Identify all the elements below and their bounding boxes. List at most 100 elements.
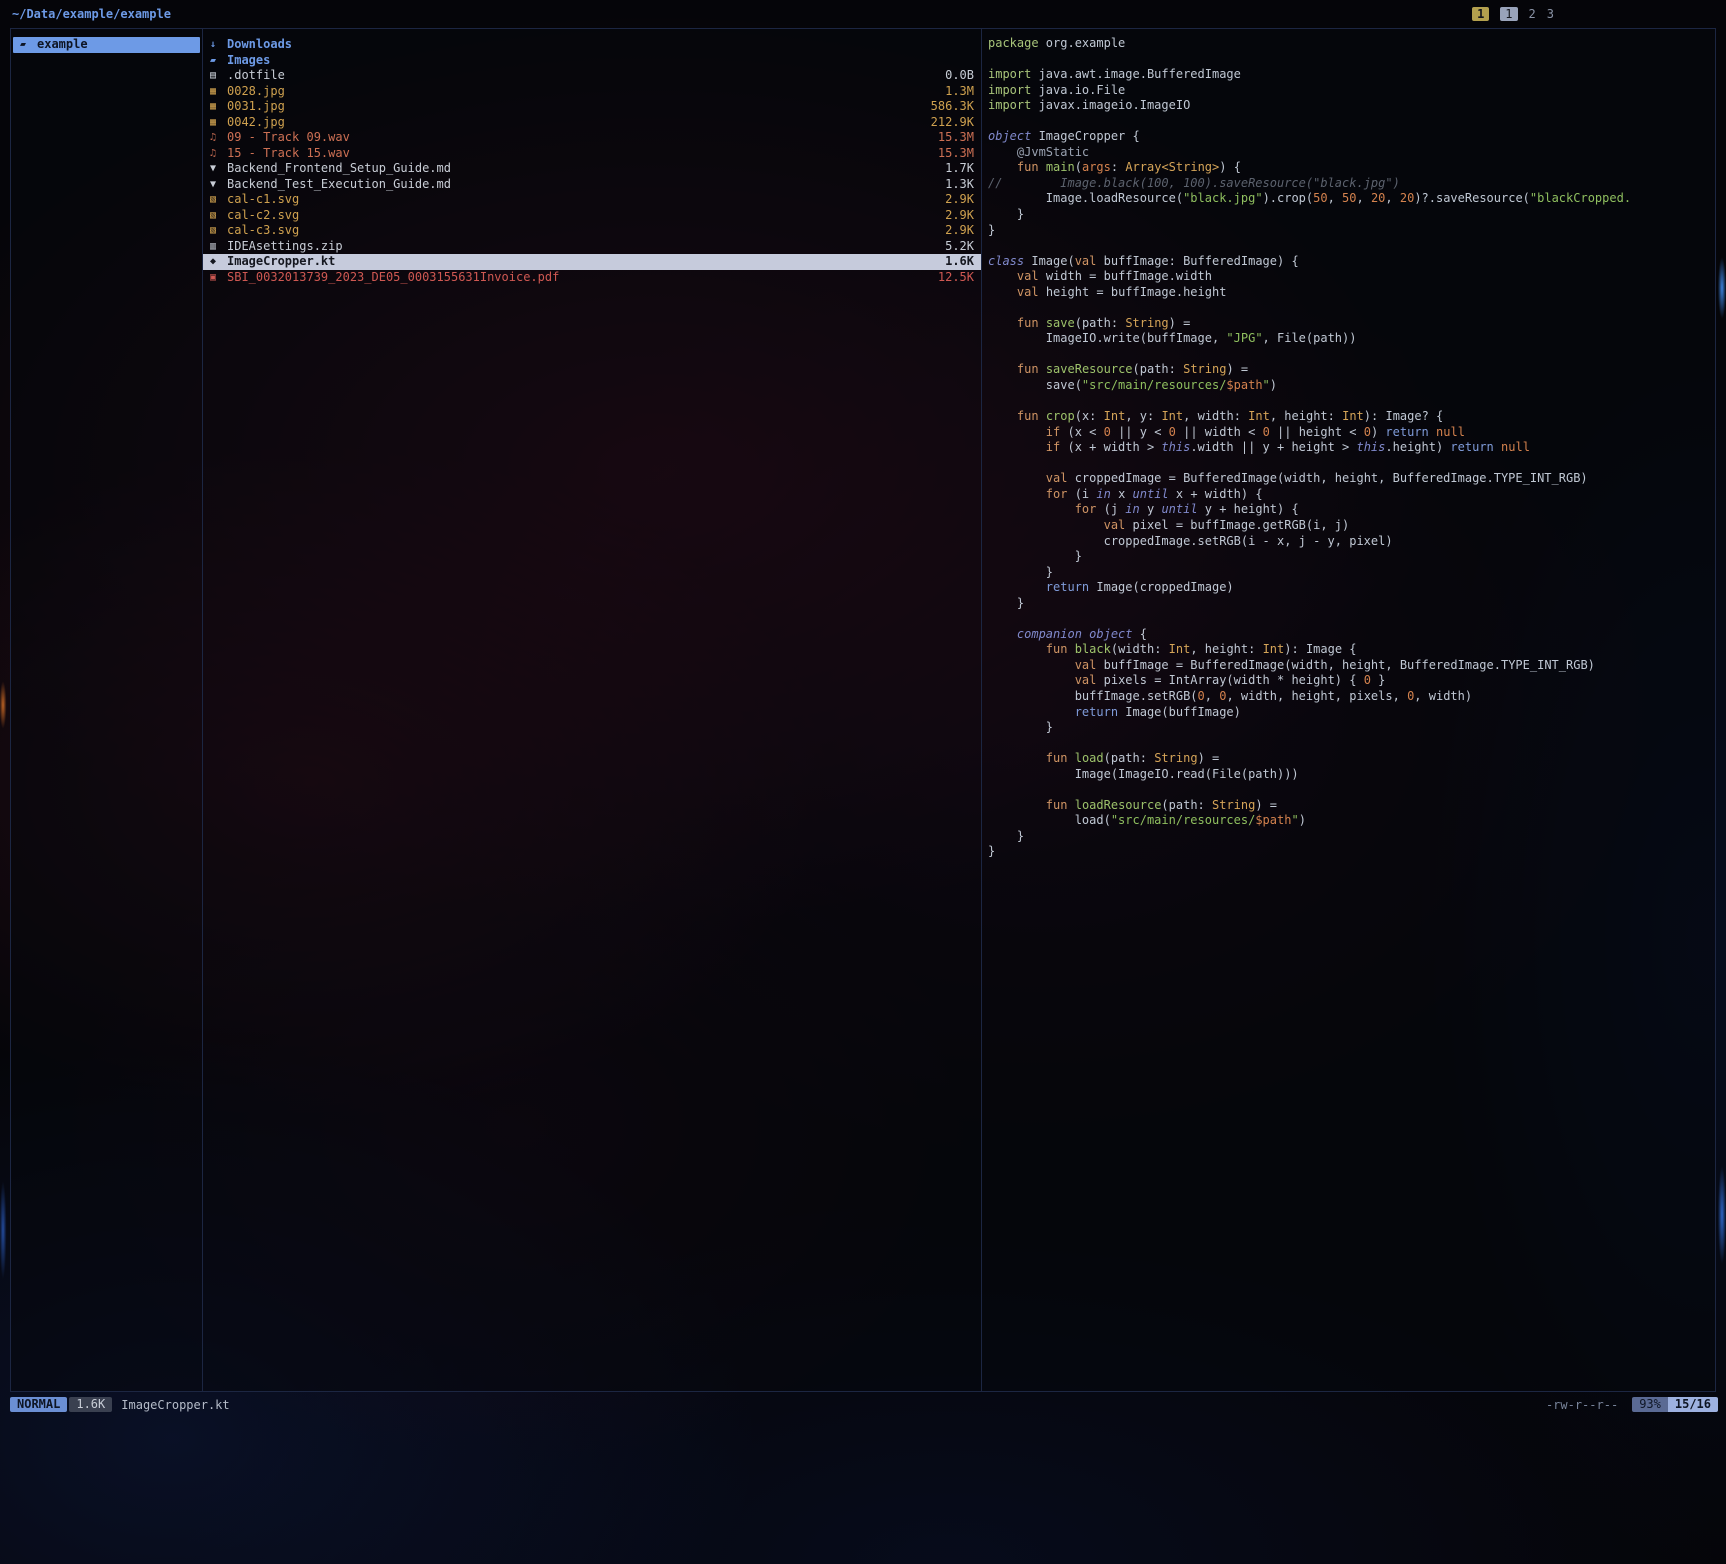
file-row[interactable]: ▦0028.jpg1.3M: [203, 84, 981, 100]
code-line: return Image(buffImage): [988, 705, 1709, 721]
markdown-file-icon: ▼: [210, 161, 227, 177]
file-row[interactable]: ▤.dotfile0.0B: [203, 68, 981, 84]
file-row[interactable]: ↓Downloads: [203, 37, 981, 53]
file-name: SBI_0032013739_2023_DE05_0003155631Invoi…: [227, 270, 938, 286]
code-line: }: [988, 223, 1709, 239]
audio-file-icon: ♫: [210, 130, 227, 146]
file-name: 15 - Track 15.wav: [227, 146, 938, 162]
file-row[interactable]: ▧cal-c1.svg2.9K: [203, 192, 981, 208]
code-line: }: [988, 565, 1709, 581]
code-line: [988, 394, 1709, 410]
file-size: 586.3K: [931, 99, 974, 115]
file-size: 1.6K: [945, 254, 974, 270]
code-line: val buffImage = BufferedImage(width, hei…: [988, 658, 1709, 674]
file-size: 2.9K: [945, 208, 974, 224]
code-line: if (x + width > this.width || y + height…: [988, 440, 1709, 456]
file-size: 12.5K: [938, 270, 974, 286]
image-file-icon: ▦: [210, 115, 227, 131]
file-name: Downloads: [227, 37, 974, 53]
breadcrumb: ~/Data/example/example: [12, 7, 171, 21]
file-row[interactable]: ▧cal-c3.svg2.9K: [203, 223, 981, 239]
file-row[interactable]: ♫09 - Track 09.wav15.3M: [203, 130, 981, 146]
markdown-file-icon: ▼: [210, 177, 227, 193]
file-size: 0.0B: [945, 68, 974, 84]
code-line: import javax.imageio.ImageIO: [988, 98, 1709, 114]
svg-file-icon: ▧: [210, 223, 227, 239]
tab-3[interactable]: 3: [1547, 7, 1554, 21]
code-line: }: [988, 829, 1709, 845]
code-line: fun save(path: String) =: [988, 316, 1709, 332]
parent-dir-item[interactable]: ▰ example: [13, 37, 200, 53]
parent-pane: ▰ example: [11, 29, 203, 1391]
mode-badge: NORMAL: [10, 1397, 67, 1412]
svg-file-icon: ▧: [210, 208, 227, 224]
code-line: ImageIO.write(buffImage, "JPG", File(pat…: [988, 331, 1709, 347]
code-line: [988, 300, 1709, 316]
file-size: 1.7K: [945, 161, 974, 177]
code-line: [988, 52, 1709, 68]
code-line: }: [988, 207, 1709, 223]
svg-file-icon: ▧: [210, 192, 227, 208]
file-manager-window: ▰ example ↓Downloads▰Images▤.dotfile0.0B…: [10, 28, 1716, 1392]
code-line: object ImageCropper {: [988, 129, 1709, 145]
file-row[interactable]: ♫15 - Track 15.wav15.3M: [203, 146, 981, 162]
file-size: 1.3M: [945, 84, 974, 100]
file-row[interactable]: ▣SBI_0032013739_2023_DE05_0003155631Invo…: [203, 270, 981, 286]
code-line: for (j in y until y + height) {: [988, 502, 1709, 518]
file-list: ↓Downloads▰Images▤.dotfile0.0B▦0028.jpg1…: [203, 29, 982, 1391]
tab-2[interactable]: 2: [1529, 7, 1536, 21]
status-bar: NORMAL 1.6K ImageCropper.kt -rw-r--r-- 9…: [10, 1396, 1718, 1413]
code-line: buffImage.setRGB(0, 0, width, height, pi…: [988, 689, 1709, 705]
code-line: [988, 736, 1709, 752]
file-name: Backend_Frontend_Setup_Guide.md: [227, 161, 945, 177]
code-line: fun crop(x: Int, y: Int, width: Int, hei…: [988, 409, 1709, 425]
file-name: 09 - Track 09.wav: [227, 130, 938, 146]
tab-indicator[interactable]: 1: [1472, 7, 1489, 21]
folder-icon: ▰: [210, 53, 227, 69]
archive-file-icon: ▥: [210, 239, 227, 255]
file-name: IDEAsettings.zip: [227, 239, 945, 255]
file-icon: ▤: [210, 68, 227, 84]
image-file-icon: ▦: [210, 99, 227, 115]
code-line: return Image(croppedImage): [988, 580, 1709, 596]
file-name: ImageCropper.kt: [227, 254, 945, 270]
code-line: [988, 238, 1709, 254]
file-row[interactable]: ▰Images: [203, 53, 981, 69]
code-line: load("src/main/resources/$path"): [988, 813, 1709, 829]
file-row[interactable]: ▦0042.jpg212.9K: [203, 115, 981, 131]
image-file-icon: ▦: [210, 84, 227, 100]
file-size: 212.9K: [931, 115, 974, 131]
code-line: import java.io.File: [988, 83, 1709, 99]
code-line: fun main(args: Array<String>) {: [988, 160, 1709, 176]
file-row[interactable]: ▼Backend_Test_Execution_Guide.md1.3K: [203, 177, 981, 193]
file-name: 0042.jpg: [227, 115, 931, 131]
file-row[interactable]: ◆ImageCropper.kt1.6K: [203, 254, 981, 270]
code-line: fun black(width: Int, height: Int): Imag…: [988, 642, 1709, 658]
file-row[interactable]: ▼Backend_Frontend_Setup_Guide.md1.7K: [203, 161, 981, 177]
code-line: }: [988, 720, 1709, 736]
tab-bar: 1 1 2 3: [1472, 7, 1554, 21]
file-name: cal-c1.svg: [227, 192, 945, 208]
code-line: croppedImage.setRGB(i - x, j - y, pixel): [988, 534, 1709, 550]
file-name: Images: [227, 53, 974, 69]
code-line: fun load(path: String) =: [988, 751, 1709, 767]
pdf-file-icon: ▣: [210, 270, 227, 286]
file-row[interactable]: ▥IDEAsettings.zip5.2K: [203, 239, 981, 255]
code-line: [988, 611, 1709, 627]
code-line: val width = buffImage.width: [988, 269, 1709, 285]
file-name: 0031.jpg: [227, 99, 931, 115]
code-line: }: [988, 596, 1709, 612]
code-preview[interactable]: package org.example import java.awt.imag…: [982, 29, 1715, 1391]
size-badge: 1.6K: [69, 1397, 112, 1412]
code-line: val pixels = IntArray(width * height) { …: [988, 673, 1709, 689]
code-line: val height = buffImage.height: [988, 285, 1709, 301]
code-line: Image(ImageIO.read(File(path))): [988, 767, 1709, 783]
code-line: class Image(val buffImage: BufferedImage…: [988, 254, 1709, 270]
tab-1[interactable]: 1: [1500, 7, 1517, 21]
file-row[interactable]: ▧cal-c2.svg2.9K: [203, 208, 981, 224]
code-line: fun saveResource(path: String) =: [988, 362, 1709, 378]
code-line: package org.example: [988, 36, 1709, 52]
file-name: 0028.jpg: [227, 84, 945, 100]
file-row[interactable]: ▦0031.jpg586.3K: [203, 99, 981, 115]
code-line: }: [988, 549, 1709, 565]
